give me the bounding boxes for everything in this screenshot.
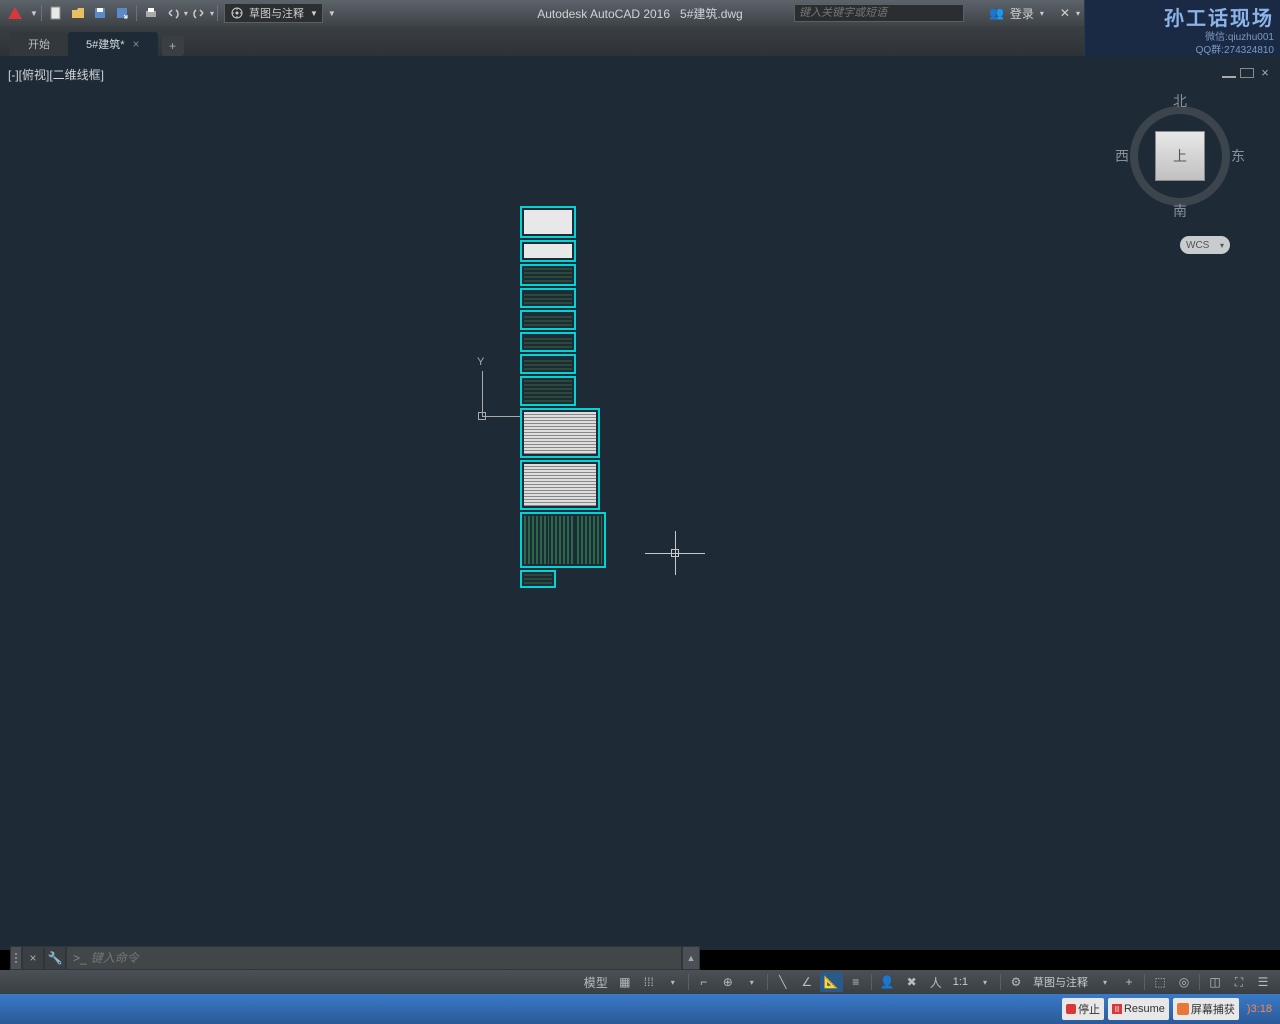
open-icon[interactable]: [69, 4, 87, 22]
tab-drawing[interactable]: 5#建筑* ×: [68, 32, 158, 56]
sb-isolate-icon[interactable]: ◫: [1204, 972, 1226, 992]
sb-annoscale[interactable]: 草图与注释: [1029, 974, 1092, 990]
sb-cycling-icon[interactable]: ✖: [901, 972, 923, 992]
sb-polar-icon[interactable]: ⊕: [717, 972, 739, 992]
tray-stop-button[interactable]: 停止: [1062, 998, 1104, 1020]
command-history-icon[interactable]: ▲: [682, 946, 700, 970]
workspace-dropdown[interactable]: 草图与注释 ▼: [224, 3, 323, 23]
sb-units-icon[interactable]: ⬚: [1149, 972, 1171, 992]
navcube[interactable]: 上 北 南 东 西: [1120, 96, 1240, 216]
sb-snap-icon[interactable]: ⁞⁞⁞: [638, 972, 660, 992]
status-bar: 模型 ▦ ⁞⁞⁞ ▾ ⌐ ⊕ ▾ ╲ ∠ 📐 ≡ 👤 ✖ 人 1:1 ▾ ⚙ 草…: [0, 970, 1280, 994]
sb-dropdown-icon[interactable]: ▾: [662, 972, 684, 992]
sb-scale-dd-icon[interactable]: ▾: [974, 972, 996, 992]
taskbar: 停止 IIResume 屏幕捕获 )3:18: [0, 994, 1280, 1024]
plot-icon[interactable]: [142, 4, 160, 22]
sb-qp-icon[interactable]: ◎: [1173, 972, 1195, 992]
viewport-close-icon[interactable]: ×: [1258, 68, 1272, 78]
command-bar: × 🔧 >_ ▲: [10, 946, 700, 970]
workspace-label: 草图与注释: [249, 5, 304, 21]
navcube-west[interactable]: 西: [1115, 146, 1129, 166]
system-tray: 停止 IIResume 屏幕捕获 )3:18: [1058, 994, 1280, 1024]
sb-iso-icon[interactable]: ╲: [772, 972, 794, 992]
save-icon[interactable]: [91, 4, 109, 22]
sb-model-button[interactable]: 模型: [580, 972, 612, 992]
sb-anno-dd-icon[interactable]: ▾: [1094, 972, 1116, 992]
tray-resume-button[interactable]: IIResume: [1108, 998, 1169, 1020]
command-prompt-icon: >_: [73, 951, 87, 965]
drawing-thumbnails: [520, 206, 606, 590]
navcube-south[interactable]: 南: [1173, 201, 1187, 221]
search-input[interactable]: [795, 5, 963, 21]
sb-plus-icon[interactable]: +: [1118, 972, 1140, 992]
command-close-icon[interactable]: ×: [22, 946, 44, 970]
wcs-badge[interactable]: WCS▾: [1180, 236, 1230, 254]
viewport-max-icon[interactable]: [1240, 68, 1254, 78]
command-grip-icon[interactable]: [10, 946, 22, 970]
sb-hwaccel-icon[interactable]: ⛶: [1228, 972, 1250, 992]
sb-ortho-icon[interactable]: ⌐: [693, 972, 715, 992]
login-label[interactable]: 登录: [1010, 5, 1034, 22]
redo-icon[interactable]: [190, 4, 208, 22]
sb-transparency-icon[interactable]: 👤: [876, 972, 899, 992]
navcube-top[interactable]: 上: [1155, 131, 1205, 181]
sb-dropdown2-icon[interactable]: ▾: [741, 972, 763, 992]
sb-grid-icon[interactable]: ▦: [614, 972, 636, 992]
view-label[interactable]: [-][俯视][二维线框]: [8, 66, 104, 83]
watermark: 孙工话现场 微信:qiuzhu001 QQ群:274324810: [1084, 0, 1280, 56]
new-icon[interactable]: [47, 4, 65, 22]
sb-3dosnap-icon[interactable]: 人: [925, 972, 947, 992]
command-customize-icon[interactable]: 🔧: [44, 946, 66, 970]
sb-lwt-icon[interactable]: ≡: [845, 972, 867, 992]
sb-gear-icon[interactable]: ⚙: [1005, 972, 1027, 992]
drawing-canvas[interactable]: [-][俯视][二维线框] × 上 北 南 东 西 WCS▾ Y: [0, 56, 1280, 950]
sb-osnap-icon[interactable]: ∠: [796, 972, 818, 992]
app-title: Autodesk AutoCAD 2016 5#建筑.dwg: [537, 5, 742, 22]
watermark-title: 孙工话现场: [1091, 2, 1274, 31]
command-input-wrap[interactable]: >_: [66, 946, 682, 970]
undo-icon[interactable]: [164, 4, 182, 22]
sb-scale[interactable]: 1:1: [949, 976, 972, 988]
navcube-north[interactable]: 北: [1173, 91, 1187, 111]
command-input[interactable]: [91, 951, 675, 965]
search-box[interactable]: [794, 4, 964, 22]
tab-start[interactable]: 开始: [10, 32, 68, 56]
sb-clean-icon[interactable]: ☰: [1252, 972, 1274, 992]
viewport-min-icon[interactable]: [1222, 68, 1236, 78]
tray-capture-button[interactable]: 屏幕捕获: [1173, 998, 1239, 1020]
app-logo-icon[interactable]: [4, 2, 26, 24]
saveas-icon[interactable]: [113, 4, 131, 22]
sb-otrack-icon[interactable]: 📐: [820, 972, 843, 992]
signin-icon[interactable]: 👥: [989, 6, 1004, 20]
tab-add-button[interactable]: +: [162, 36, 184, 56]
exchange-icon[interactable]: ✕: [1060, 6, 1070, 20]
tray-time: )3:18: [1243, 1003, 1276, 1015]
title-right-group: 👥 登录 ▾ ✕ ▾: [989, 5, 1080, 22]
close-icon[interactable]: ×: [133, 37, 140, 51]
navcube-east[interactable]: 东: [1231, 146, 1245, 166]
